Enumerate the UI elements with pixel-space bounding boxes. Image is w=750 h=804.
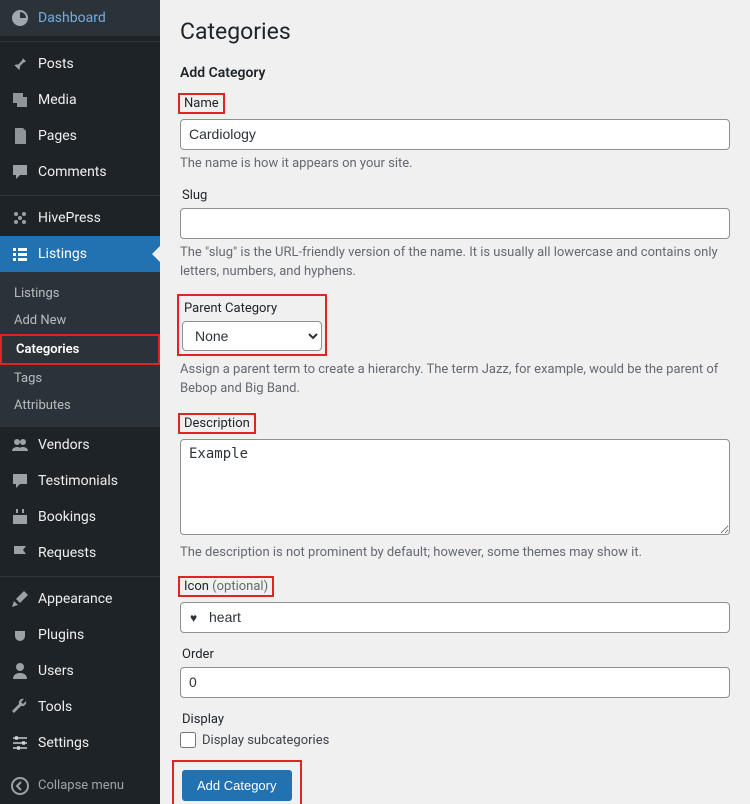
sidebar-item-label: Appearance <box>38 590 112 608</box>
sidebar-item-label: Settings <box>38 734 89 752</box>
sidebar-item-label: Vendors <box>38 436 90 454</box>
sidebar-item-dashboard[interactable]: Dashboard <box>0 0 160 36</box>
description-input[interactable] <box>180 439 730 535</box>
sidebar-item-label: Users <box>38 662 74 680</box>
submenu-listings[interactable]: Listings <box>0 280 160 307</box>
sidebar-item-label: Bookings <box>38 508 96 526</box>
parent-field: Parent Category None Assign a parent ter… <box>180 294 730 399</box>
add-category-button[interactable]: Add Category <box>182 770 292 801</box>
media-icon <box>10 90 30 110</box>
page-title: Categories <box>180 18 730 45</box>
sidebar-item-comments[interactable]: Comments <box>0 154 160 190</box>
listings-submenu: Listings Add New Categories Tags Attribu… <box>0 272 160 427</box>
description-field: Description The description is not promi… <box>180 411 730 563</box>
wrench-icon <box>10 697 30 717</box>
hivepress-icon <box>10 208 30 228</box>
sidebar-item-bookings[interactable]: Bookings <box>0 499 160 535</box>
flag-icon <box>10 543 30 563</box>
submenu-tags[interactable]: Tags <box>0 365 160 392</box>
collapse-label: Collapse menu <box>38 778 124 795</box>
page-icon <box>10 126 30 146</box>
sidebar-item-plugins[interactable]: Plugins <box>0 617 160 653</box>
sidebar-item-label: Testimonials <box>38 472 118 490</box>
collapse-icon <box>10 776 30 796</box>
main-content: Categories Add Category Name The name is… <box>160 0 750 804</box>
icon-input[interactable] <box>180 602 730 633</box>
slug-field: Slug The "slug" is the URL-friendly vers… <box>180 186 730 282</box>
sidebar-item-testimonials[interactable]: Testimonials <box>0 463 160 499</box>
heart-icon: ♥ <box>190 611 197 625</box>
sidebar-item-label: Media <box>38 91 77 109</box>
name-label: Name <box>180 91 227 116</box>
description-help: The description is not prominent by defa… <box>180 543 730 563</box>
sidebar-item-label: Comments <box>38 163 107 181</box>
sidebar-item-requests[interactable]: Requests <box>0 535 160 571</box>
groups-icon <box>10 435 30 455</box>
brush-icon <box>10 589 30 609</box>
sidebar-item-label: HivePress <box>38 209 101 227</box>
sidebar-item-label: Posts <box>38 55 74 73</box>
dashboard-icon <box>10 8 30 28</box>
calendar-icon <box>10 507 30 527</box>
order-field: Order <box>180 645 730 698</box>
slug-label: Slug <box>180 186 209 205</box>
quote-icon <box>10 471 30 491</box>
sidebar-item-label: Pages <box>38 127 77 145</box>
sidebar-item-tools[interactable]: Tools <box>0 689 160 725</box>
parent-select[interactable]: None <box>182 321 322 351</box>
sidebar-item-label: Tools <box>38 698 72 716</box>
sidebar-item-appearance[interactable]: Appearance <box>0 581 160 617</box>
icon-field: Icon (optional) ♥ <box>180 574 730 633</box>
sidebar-item-listings[interactable]: Listings <box>0 236 160 272</box>
sidebar-item-pages[interactable]: Pages <box>0 118 160 154</box>
list-icon <box>10 244 30 264</box>
user-icon <box>10 661 30 681</box>
order-input[interactable] <box>180 667 730 698</box>
name-help: The name is how it appears on your site. <box>180 154 730 174</box>
plug-icon <box>10 625 30 645</box>
sidebar-item-vendors[interactable]: Vendors <box>0 427 160 463</box>
submenu-attributes[interactable]: Attributes <box>0 392 160 419</box>
description-label: Description <box>180 411 258 436</box>
collapse-menu[interactable]: Collapse menu <box>0 768 160 804</box>
sidebar-item-label: Dashboard <box>38 9 106 27</box>
admin-sidebar: Dashboard Posts Media Pages Comments Hiv… <box>0 0 160 804</box>
pin-icon <box>10 54 30 74</box>
comment-icon <box>10 162 30 182</box>
submit-row: Add Category <box>180 760 730 804</box>
name-field: Name The name is how it appears on your … <box>180 91 730 174</box>
submenu-categories[interactable]: Categories <box>0 334 160 365</box>
sidebar-item-label: Plugins <box>38 626 84 644</box>
display-label: Display <box>180 710 226 729</box>
name-input[interactable] <box>180 119 730 150</box>
display-field: Display Display subcategories <box>180 710 730 748</box>
icon-label: Icon (optional) <box>180 574 276 599</box>
sidebar-item-label: Listings <box>38 245 87 263</box>
sidebar-item-settings[interactable]: Settings <box>0 725 160 761</box>
sidebar-item-users[interactable]: Users <box>0 653 160 689</box>
parent-label: Parent Category <box>182 299 322 318</box>
display-checkbox-label: Display subcategories <box>202 733 329 748</box>
submenu-add-new[interactable]: Add New <box>0 307 160 334</box>
sidebar-item-posts[interactable]: Posts <box>0 46 160 82</box>
parent-help: Assign a parent term to create a hierarc… <box>180 360 730 399</box>
sidebar-item-hivepress[interactable]: HivePress <box>0 200 160 236</box>
sidebar-item-label: Requests <box>38 544 96 562</box>
display-subcategories-checkbox[interactable] <box>180 732 196 748</box>
slug-help: The "slug" is the URL-friendly version o… <box>180 243 730 282</box>
order-label: Order <box>180 645 216 664</box>
sliders-icon <box>10 733 30 753</box>
slug-input[interactable] <box>180 208 730 239</box>
sidebar-item-media[interactable]: Media <box>0 82 160 118</box>
form-title: Add Category <box>180 65 730 81</box>
